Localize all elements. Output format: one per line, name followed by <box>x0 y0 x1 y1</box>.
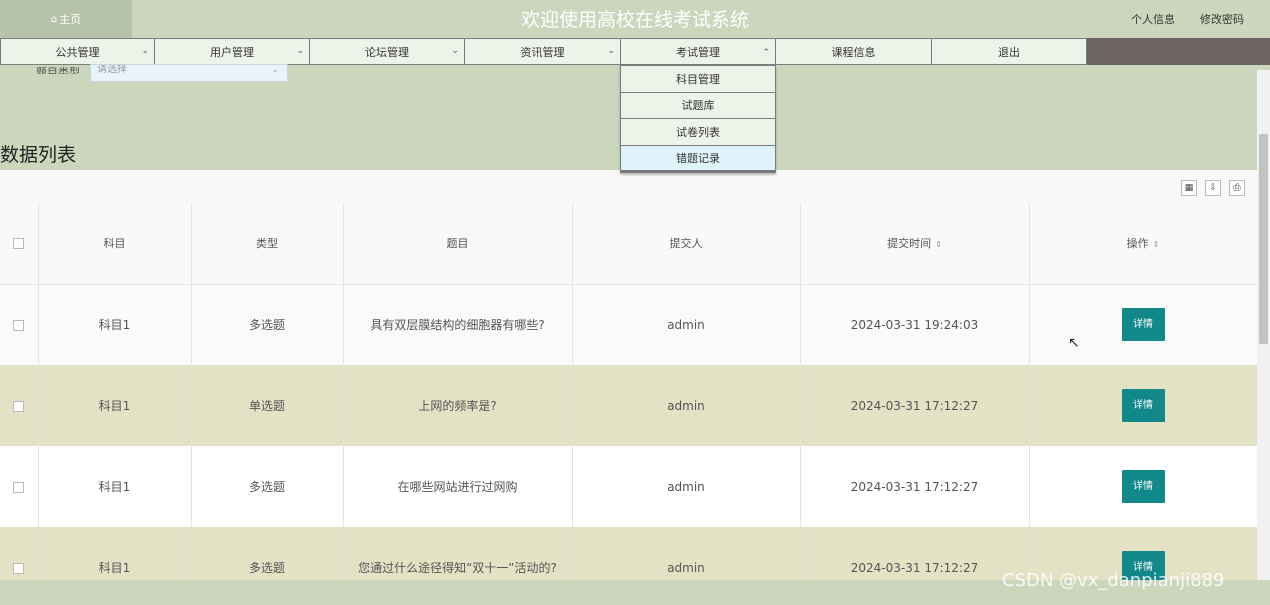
cell-submitter: admin <box>572 365 801 446</box>
change-password-link[interactable]: 修改密码 <box>1200 11 1244 27</box>
top-header: ⌂ 主页 欢迎使用高校在线考试系统 个人信息 修改密码 <box>0 0 1270 38</box>
column-header-label: 提交时间 <box>887 237 932 251</box>
chevron-up-icon: ⌃ <box>762 48 770 58</box>
menu-item-wrong-answer-records[interactable]: 错题记录 <box>621 145 775 172</box>
row-checkbox[interactable] <box>13 319 25 331</box>
menu-item-exam-paper-list[interactable]: 试卷列表 <box>621 119 775 146</box>
question-type-select[interactable]: 请选择 ⌄ <box>90 64 288 82</box>
nav-label: 考试管理 <box>676 45 720 59</box>
cell-submit-time: 2024-03-31 19:24:03 <box>800 284 1030 365</box>
row-checkbox[interactable] <box>13 481 25 493</box>
cell-question: 您通过什么途径得知“双十一”活动的? <box>343 527 573 580</box>
cell-submitter: admin <box>572 446 801 527</box>
nav-news-management[interactable]: 资讯管理 ⌄ <box>464 38 621 65</box>
table-header-row: 科目 类型 题目 提交人 提交时间 ⇕ 操作 ⇕ <box>0 203 1257 285</box>
cell-submitter: admin <box>572 284 801 365</box>
export-icon[interactable]: ⇩ <box>1205 180 1221 196</box>
cell-actions: 详情 <box>1029 446 1257 527</box>
home-label: 主页 <box>59 13 82 26</box>
columns-icon[interactable]: ▦ <box>1181 180 1197 196</box>
menu-item-subject-management[interactable]: 科目管理 <box>621 66 775 93</box>
sort-icon[interactable]: ⇕ <box>1153 240 1160 249</box>
cell-submit-time: 2024-03-31 17:12:27 <box>800 527 1030 580</box>
nav-label: 公共管理 <box>55 45 100 59</box>
column-header-label: 操作 <box>1126 237 1149 251</box>
nav-logout[interactable]: 退出 <box>931 38 1087 65</box>
cell-type: 多选题 <box>191 284 344 365</box>
exam-management-dropdown: 科目管理 试题库 试卷列表 错题记录 <box>620 65 776 173</box>
table-toolbar: ▦ ⇩ ⎙ <box>1181 180 1245 196</box>
nav-exam-management[interactable]: 考试管理 ⌃ <box>620 38 776 65</box>
select-all-checkbox[interactable] <box>13 238 25 250</box>
cell-subject: 科目1 <box>38 284 192 365</box>
print-icon[interactable]: ⎙ <box>1229 180 1245 196</box>
chevron-down-icon: ⌄ <box>296 46 304 56</box>
watermark: CSDN @vx_danpianji889 <box>1002 570 1225 591</box>
row-select-cell <box>0 446 39 527</box>
detail-button[interactable]: 详情 <box>1121 389 1165 422</box>
cell-submitter: admin <box>572 527 801 580</box>
column-header-submitter: 提交人 <box>572 203 801 285</box>
select-all-cell <box>0 203 39 285</box>
home-button[interactable]: ⌂ 主页 <box>0 0 132 38</box>
column-header-submit-time[interactable]: 提交时间 ⇕ <box>800 203 1030 285</box>
nav-user-management[interactable]: 用户管理 ⌄ <box>154 38 310 65</box>
data-table: 科目 类型 题目 提交人 提交时间 ⇕ 操作 ⇕ 科目1 多选题 具有双层膜结构的细… <box>0 203 1257 580</box>
nav-public-management[interactable]: 公共管理 ⌄ <box>0 38 155 65</box>
cell-type: 多选题 <box>191 446 344 527</box>
select-value: 请选择 <box>97 64 127 75</box>
cell-type: 多选题 <box>191 527 344 580</box>
row-checkbox[interactable] <box>13 562 25 574</box>
cell-submit-time: 2024-03-31 17:12:27 <box>800 365 1030 446</box>
column-header-question: 题目 <box>343 203 573 285</box>
cell-subject: 科目1 <box>38 527 192 580</box>
cell-actions: 详情 <box>1029 365 1257 446</box>
column-header-subject: 科目 <box>38 203 192 285</box>
nav-label: 退出 <box>998 45 1020 59</box>
scrollbar-thumb[interactable] <box>1259 134 1268 344</box>
row-select-cell <box>0 527 39 580</box>
row-checkbox[interactable] <box>13 400 25 412</box>
column-header-actions[interactable]: 操作 ⇕ <box>1029 203 1257 285</box>
cell-type: 单选题 <box>191 365 344 446</box>
cell-subject: 科目1 <box>38 446 192 527</box>
cell-subject: 科目1 <box>38 365 192 446</box>
data-list-panel: ▦ ⇩ ⎙ 科目 类型 题目 提交人 提交时间 ⇕ 操作 ⇕ 科目1 多选题 具… <box>0 170 1257 580</box>
cell-submit-time: 2024-03-31 17:12:27 <box>800 446 1030 527</box>
chevron-down-icon: ⌄ <box>607 46 615 56</box>
question-type-label: 题目类型 <box>36 66 80 74</box>
mouse-cursor-icon: ↖ <box>1068 335 1080 351</box>
column-header-type: 类型 <box>191 203 344 285</box>
site-title: 欢迎使用高校在线考试系统 <box>520 9 749 31</box>
row-select-cell <box>0 365 39 446</box>
section-title: 数据列表 <box>0 144 77 166</box>
home-icon: ⌂ <box>50 13 58 25</box>
menu-item-question-bank[interactable]: 试题库 <box>621 92 775 119</box>
detail-button[interactable]: 详情 <box>1121 470 1165 503</box>
cell-question: 上网的频率是? <box>343 365 573 446</box>
detail-button[interactable]: 详情 <box>1121 308 1165 342</box>
table-row: 科目1 多选题 具有双层膜结构的细胞器有哪些? admin 2024-03-31… <box>0 284 1257 365</box>
chevron-down-icon: ⌄ <box>141 46 149 56</box>
page-scrollbar[interactable] <box>1257 70 1270 580</box>
nav-label: 用户管理 <box>210 45 254 59</box>
chevron-down-icon: ⌄ <box>271 65 279 75</box>
nav-course-info[interactable]: 课程信息 <box>775 38 932 65</box>
nav-label: 资讯管理 <box>520 45 565 59</box>
cell-actions: 详情 <box>1029 284 1257 365</box>
chevron-down-icon: ⌄ <box>451 46 459 56</box>
nav-forum-management[interactable]: 论坛管理 ⌄ <box>309 38 465 65</box>
nav-label: 论坛管理 <box>365 45 409 59</box>
cell-question: 在哪些网站进行过网购 <box>343 446 573 527</box>
main-navbar: 公共管理 ⌄ 用户管理 ⌄ 论坛管理 ⌄ 资讯管理 ⌄ 考试管理 ⌃ 课程信息 … <box>0 38 1270 65</box>
cell-question: 具有双层膜结构的细胞器有哪些? <box>343 284 573 365</box>
profile-link[interactable]: 个人信息 <box>1131 11 1175 27</box>
table-row: 科目1 单选题 上网的频率是? admin 2024-03-31 17:12:2… <box>0 365 1257 446</box>
row-select-cell <box>0 284 39 365</box>
table-row: 科目1 多选题 在哪些网站进行过网购 admin 2024-03-31 17:1… <box>0 446 1257 527</box>
nav-label: 课程信息 <box>831 45 876 59</box>
sort-icon[interactable]: ⇕ <box>935 240 942 249</box>
